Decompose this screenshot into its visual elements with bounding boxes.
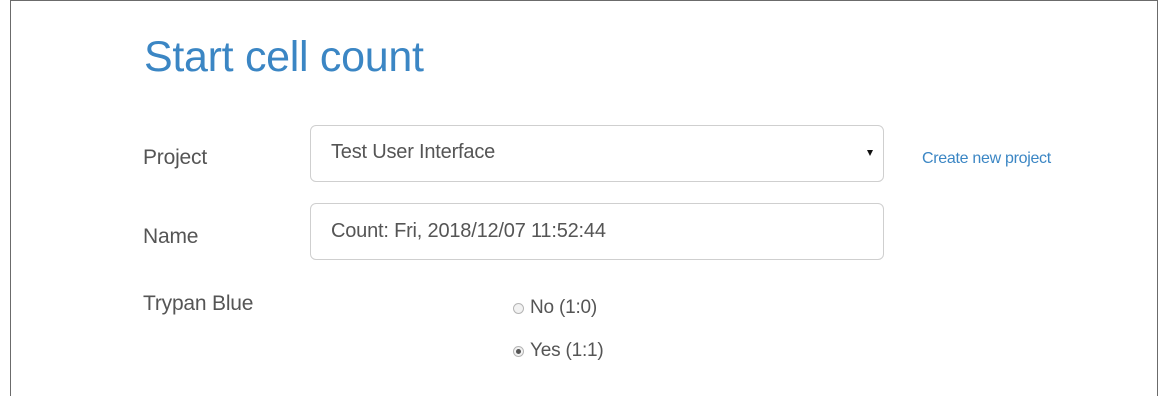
project-select[interactable]: Test User Interface	[310, 125, 884, 182]
project-select-value: Test User Interface	[331, 141, 496, 163]
trypan-blue-option-no[interactable]: No (1:0)	[513, 297, 597, 319]
form-panel: Start cell count Project Test User Inter…	[10, 0, 1158, 396]
project-label: Project	[143, 146, 207, 169]
radio-no[interactable]	[513, 302, 524, 314]
name-input[interactable]	[310, 203, 884, 260]
radio-yes[interactable]	[513, 345, 524, 357]
page-title: Start cell count	[144, 33, 424, 81]
trypan-blue-option-yes[interactable]: Yes (1:1)	[513, 340, 604, 362]
caret-down-icon	[867, 150, 873, 156]
create-new-project-link[interactable]: Create new project	[922, 150, 1051, 168]
radio-yes-label: Yes (1:1)	[530, 340, 604, 361]
trypan-blue-label: Trypan Blue	[143, 292, 254, 315]
name-label: Name	[143, 225, 199, 248]
radio-no-label: No (1:0)	[530, 297, 598, 318]
